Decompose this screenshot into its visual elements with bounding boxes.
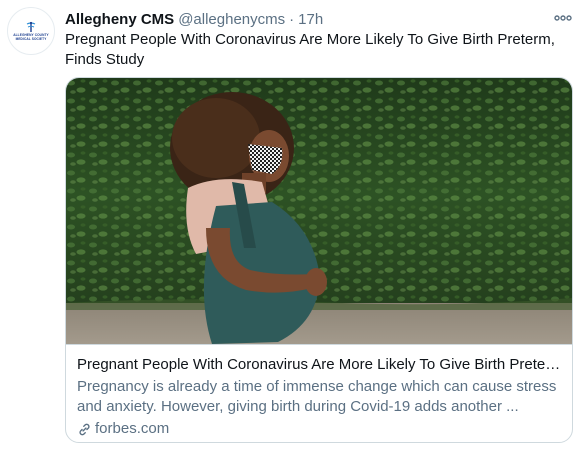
link-icon — [79, 423, 90, 435]
tweet-header: Allegheny CMS @alleghenycms · 17h — [65, 9, 323, 29]
card-title[interactable]: Pregnant People With Coronavirus Are Mor… — [77, 355, 561, 375]
link-card[interactable]: Pregnant People With Coronavirus Are Mor… — [65, 77, 573, 443]
avatar[interactable]: ALLEGHENY COUNTY MEDICAL SOCIETY — [7, 7, 55, 55]
tweet-text: Pregnant People With Coronavirus Are Mor… — [65, 31, 555, 68]
card-description: Pregnancy is already a time of immense c… — [77, 378, 557, 415]
display-name[interactable]: Allegheny CMS — [65, 11, 174, 28]
avatar-logo-text: ALLEGHENY COUNTY MEDICAL SOCIETY — [13, 32, 49, 41]
more-button[interactable] — [552, 8, 574, 28]
tweet[interactable]: ALLEGHENY COUNTY MEDICAL SOCIETY Alleghe… — [0, 0, 586, 454]
card-body[interactable]: Pregnant People With Coronavirus Are Mor… — [66, 344, 572, 442]
user-handle[interactable]: @alleghenycms — [178, 11, 285, 28]
medical-society-logo-icon — [22, 20, 40, 33]
card-image[interactable] — [66, 78, 572, 344]
card-domain-text[interactable]: forbes.com — [95, 419, 169, 439]
more-dots-icon — [554, 15, 572, 21]
separator-dot: · — [289, 10, 295, 28]
card-domain[interactable]: forbes.com — [77, 419, 561, 439]
timestamp[interactable]: 17h — [298, 11, 323, 28]
